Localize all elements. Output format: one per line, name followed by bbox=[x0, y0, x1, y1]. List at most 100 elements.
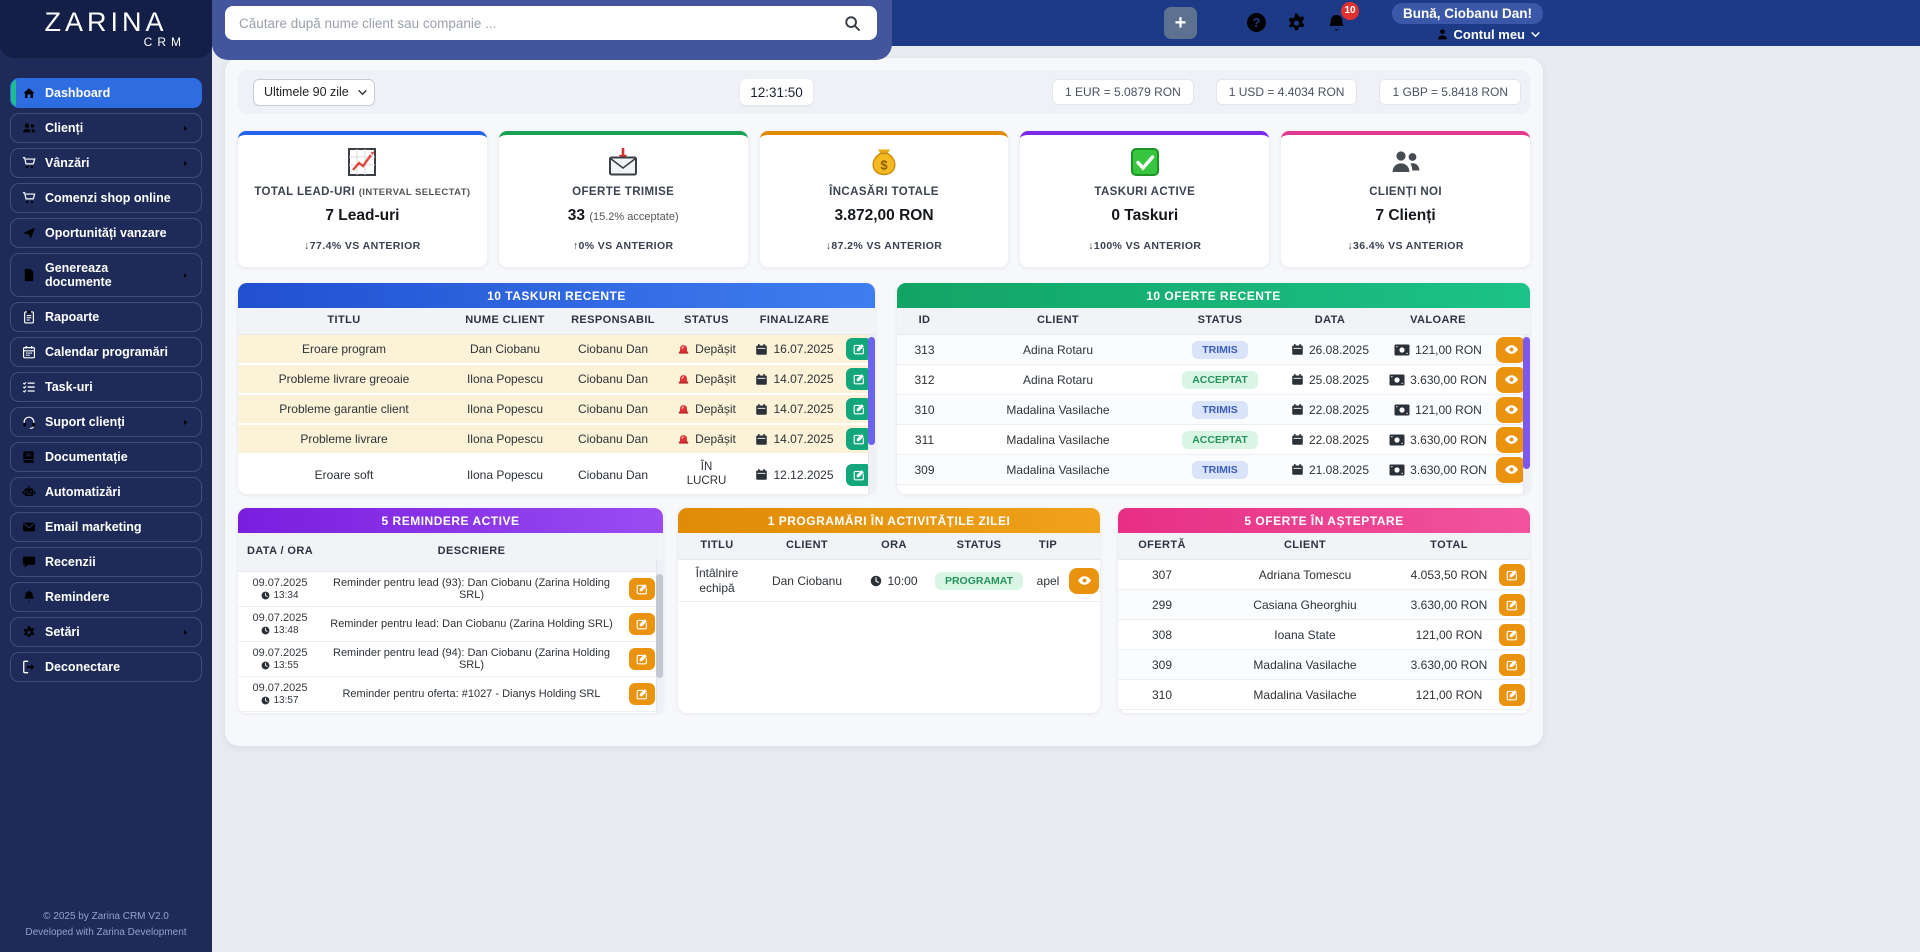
help-icon[interactable] bbox=[1246, 12, 1267, 33]
edit-offer-button[interactable] bbox=[1499, 594, 1525, 616]
edit-reminder-button[interactable] bbox=[629, 683, 655, 705]
calendar-icon bbox=[1291, 463, 1304, 476]
status-badge: PROGRAMAT bbox=[935, 572, 1023, 590]
edit-reminder-button[interactable] bbox=[629, 578, 655, 600]
settings-icon[interactable] bbox=[1286, 12, 1307, 33]
rate-usd: 1 USD = 4.4034 RON bbox=[1216, 79, 1358, 105]
view-offer-button[interactable] bbox=[1496, 427, 1526, 453]
offers-panel: 10 OFERTE RECENTE ID CLIENT STATUS DATA … bbox=[897, 283, 1530, 494]
money-icon bbox=[1389, 374, 1405, 386]
account-area: Bună, Ciobanu Dan! Contul meu bbox=[1397, 3, 1543, 42]
calendar-icon bbox=[1291, 403, 1304, 416]
calendar-icon bbox=[1291, 373, 1304, 386]
eye-icon bbox=[1504, 402, 1519, 417]
scrollbar-thumb[interactable] bbox=[868, 337, 875, 445]
stat-card-total-leads: TOTAL LEAD-URI (INTERVAL SELECTAT) 7 Lea… bbox=[238, 131, 487, 267]
check-square-icon bbox=[1129, 146, 1161, 178]
sidebar-item-label: Genereaza documente bbox=[45, 261, 172, 289]
search-input[interactable] bbox=[225, 6, 877, 40]
table-row: 09.07.202513:55 Reminder pentru lead (94… bbox=[238, 642, 663, 677]
stat-card-taskuri-active: TASKURI ACTIVE 0 Taskuri ↓100% VS ANTERI… bbox=[1020, 131, 1269, 267]
sidebar-item-label: Setări bbox=[45, 625, 80, 639]
table-row: 09.07.202513:57 Reminder pentru oferta: … bbox=[238, 677, 663, 712]
edit-icon bbox=[636, 583, 648, 595]
stat-card-incasari: ÎNCASĂRI TOTALE 3.872,00 RON ↓87.2% VS A… bbox=[760, 131, 1009, 267]
search-icon[interactable] bbox=[844, 15, 861, 32]
sidebar-item-label: Oportunități vanzare bbox=[45, 226, 167, 240]
table-row: 311 Madalina Vasilache ACCEPTAT 22.08.20… bbox=[897, 425, 1530, 455]
sidebar-item-taskuri[interactable]: Task-uri bbox=[10, 372, 202, 402]
money-icon bbox=[1394, 404, 1410, 416]
stat-label: CLIENȚI NOI bbox=[1281, 186, 1530, 198]
sidebar-item-automatizari[interactable]: Automatizări bbox=[10, 477, 202, 507]
stat-label: OFERTE TRIMISE bbox=[499, 186, 748, 198]
stat-label: ÎNCASĂRI TOTALE bbox=[760, 186, 1009, 198]
sidebar-item-documentatie[interactable]: Documentație bbox=[10, 442, 202, 472]
robot-icon bbox=[22, 485, 36, 499]
view-offer-button[interactable] bbox=[1496, 367, 1526, 393]
calendar-icon bbox=[1291, 433, 1304, 446]
app-logo[interactable]: ZARINA CRM bbox=[0, 0, 212, 58]
quick-add-button[interactable]: + bbox=[1164, 7, 1197, 39]
edit-icon bbox=[636, 688, 648, 700]
view-appointment-button[interactable] bbox=[1069, 568, 1099, 594]
stat-value: 7 Lead-uri bbox=[238, 207, 487, 225]
view-offer-button[interactable] bbox=[1496, 337, 1526, 363]
edit-icon bbox=[1506, 599, 1518, 611]
view-offer-button[interactable] bbox=[1496, 397, 1526, 423]
sidebar-item-remindere[interactable]: Remindere bbox=[10, 582, 202, 612]
file-icon bbox=[22, 268, 36, 282]
scrollbar-thumb[interactable] bbox=[656, 574, 663, 678]
filter-bar: Ultimele 90 zile 12:31:50 1 EUR = 5.0879… bbox=[238, 70, 1530, 114]
edit-icon bbox=[853, 469, 865, 481]
table-row: Probleme livrare Ilona Popescu Ciobanu D… bbox=[238, 425, 875, 455]
table-row: Eroare program Dan Ciobanu Ciobanu Dan D… bbox=[238, 335, 875, 365]
sidebar-item-genereaza-documente[interactable]: Genereaza documente bbox=[10, 253, 202, 297]
sidebar-item-setari[interactable]: Setări bbox=[10, 617, 202, 647]
sidebar-item-calendar[interactable]: Calendar programări bbox=[10, 337, 202, 367]
edit-reminder-button[interactable] bbox=[629, 613, 655, 635]
sidebar-item-deconectare[interactable]: Deconectare bbox=[10, 652, 202, 682]
edit-icon bbox=[853, 343, 865, 355]
person-icon bbox=[1436, 28, 1449, 41]
stat-delta: ↓77.4% VS ANTERIOR bbox=[238, 240, 487, 252]
table-row: 309 Madalina Vasilache TRIMIS 21.08.2025… bbox=[897, 455, 1530, 485]
sidebar-item-label: Email marketing bbox=[45, 520, 142, 534]
sidebar-item-clienti[interactable]: Clienți bbox=[10, 113, 202, 143]
scrollbar-thumb[interactable] bbox=[1523, 337, 1530, 469]
sidebar-item-recenzii[interactable]: Recenzii bbox=[10, 547, 202, 577]
edit-offer-button[interactable] bbox=[1499, 684, 1525, 706]
view-offer-button[interactable] bbox=[1496, 457, 1526, 483]
sidebar-item-label: Rapoarte bbox=[45, 310, 99, 324]
notifications-button[interactable]: 10 bbox=[1324, 10, 1350, 36]
calendar-icon bbox=[22, 345, 36, 359]
edit-offer-button[interactable] bbox=[1499, 654, 1525, 676]
gear-icon bbox=[22, 625, 36, 639]
sidebar: ZARINA CRM Dashboard Clienți Vânzări Com… bbox=[0, 0, 212, 952]
caret-right-icon bbox=[181, 159, 190, 168]
date-range-select[interactable]: Ultimele 90 zile bbox=[253, 79, 375, 106]
sidebar-item-email-marketing[interactable]: Email marketing bbox=[10, 512, 202, 542]
table-row: 310 Madalina Vasilache 121,00 RON bbox=[1118, 680, 1530, 710]
table-row: Probleme garantie client Ilona Popescu C… bbox=[238, 395, 875, 425]
account-menu[interactable]: Contul meu bbox=[1436, 27, 1544, 42]
footer-developed: Developed with Zarina Development bbox=[0, 925, 212, 941]
comment-icon bbox=[22, 555, 36, 569]
sidebar-item-comenzi-shop[interactable]: Comenzi shop online bbox=[10, 183, 202, 213]
table-row: 09.07.202513:48 Reminder pentru lead: Da… bbox=[238, 607, 663, 642]
table-row: 299 Casiana Gheorghiu 3.630,00 RON bbox=[1118, 590, 1530, 620]
sidebar-nav: Dashboard Clienți Vânzări Comenzi shop o… bbox=[0, 78, 212, 682]
edit-offer-button[interactable] bbox=[1499, 564, 1525, 586]
edit-icon bbox=[853, 373, 865, 385]
pending-offers-panel-title: 5 OFERTE ÎN AȘTEPTARE bbox=[1118, 508, 1530, 533]
sidebar-item-oportunitati[interactable]: Oportunități vanzare bbox=[10, 218, 202, 248]
money-bag-icon bbox=[868, 146, 900, 178]
table-row: Probleme livrare greoaie Ilona Popescu C… bbox=[238, 365, 875, 395]
sidebar-item-rapoarte[interactable]: Rapoarte bbox=[10, 302, 202, 332]
sidebar-item-dashboard[interactable]: Dashboard bbox=[10, 78, 202, 108]
edit-reminder-button[interactable] bbox=[629, 648, 655, 670]
sidebar-item-vanzari[interactable]: Vânzări bbox=[10, 148, 202, 178]
sidebar-item-suport[interactable]: Suport clienți bbox=[10, 407, 202, 437]
edit-offer-button[interactable] bbox=[1499, 624, 1525, 646]
edit-icon bbox=[636, 618, 648, 630]
